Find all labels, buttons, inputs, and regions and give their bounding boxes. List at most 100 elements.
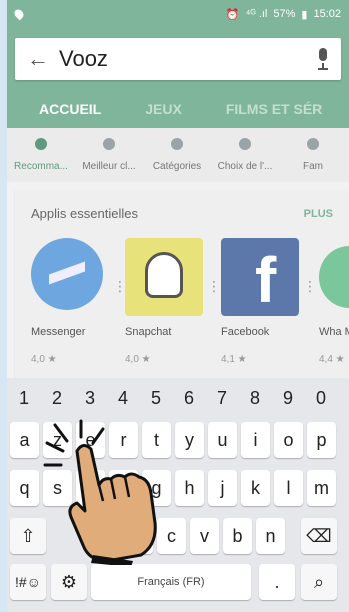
key-1[interactable]: 1 [9, 380, 39, 416]
search-input[interactable]: Vooz [59, 46, 317, 72]
facebook-icon: f [221, 238, 299, 316]
letter-row-3: ⇧ w x c v b n ⌫ [7, 518, 349, 558]
gear-icon: ⚙ [60, 571, 78, 592]
tab-accueil[interactable]: ACCUEIL [7, 101, 123, 117]
key-j[interactable]: j [208, 470, 237, 506]
letter-row-2: q s d f g h j k l m [7, 470, 349, 510]
category-label: Catégories [152, 161, 202, 172]
category-recommended[interactable]: Recomma... [7, 128, 75, 182]
category-row: Recomma... Meilleur cl... Catégories Cho… [7, 128, 349, 182]
category-label: Recomma... [14, 161, 68, 172]
search-key[interactable]: ⌕ [301, 564, 337, 600]
app-rating: 4,0 ★ [125, 354, 151, 365]
bottom-row: !#☺ ⚙ Français (FR) . ⌕ [7, 564, 349, 604]
messenger-icon [31, 238, 109, 316]
key-t[interactable]: t [142, 422, 171, 458]
category-label: Choix de l'... [217, 161, 273, 172]
key-c[interactable]: c [157, 518, 186, 554]
key-q[interactable]: q [10, 470, 39, 506]
tab-jeux[interactable]: JEUX [123, 101, 204, 117]
shift-key[interactable]: ⇧ [10, 518, 46, 554]
key-i[interactable]: i [241, 422, 270, 458]
category-top[interactable]: Meilleur cl... [75, 128, 143, 182]
key-f[interactable]: f [109, 470, 138, 506]
overflow-menu-icon[interactable]: ⋮ [207, 278, 221, 295]
app-tile-snapchat[interactable]: Snapchat 4,0 ★ [125, 238, 205, 365]
key-r[interactable]: r [109, 422, 138, 458]
key-2[interactable]: 2 [42, 380, 72, 416]
on-screen-keyboard: 1 2 3 4 5 6 7 8 9 0 a z e r t y u i o p … [7, 378, 349, 612]
whatsapp-icon [319, 238, 349, 316]
key-8[interactable]: 8 [240, 380, 270, 416]
key-k[interactable]: k [241, 470, 270, 506]
key-6[interactable]: 6 [174, 380, 204, 416]
category-categories[interactable]: Catégories [143, 128, 211, 182]
number-row: 1 2 3 4 5 6 7 8 9 0 [7, 380, 349, 420]
app-rating: 4,0 ★ [31, 354, 57, 365]
key-0[interactable]: 0 [306, 380, 336, 416]
app-rating: 4,4 ★ [319, 354, 345, 365]
tab-films[interactable]: FILMS ET SÉR [204, 101, 344, 117]
shapes-icon [171, 138, 183, 150]
key-e[interactable]: e [76, 422, 105, 458]
app-name: Facebook [221, 326, 270, 338]
app-tile-whatsapp[interactable]: Wha Mes 4,4 ★ [319, 238, 349, 365]
essential-apps-card: Applis essentielles PLUS Messenger 4,0 ★… [15, 190, 349, 380]
key-4[interactable]: 4 [108, 380, 138, 416]
period-key[interactable]: . [259, 564, 295, 600]
category-editors-choice[interactable]: Choix de l'... [211, 128, 279, 182]
space-key[interactable]: Français (FR) [91, 564, 251, 600]
shift-arrow-icon: ⇧ [20, 525, 36, 546]
key-h[interactable]: h [175, 470, 204, 506]
key-5[interactable]: 5 [141, 380, 171, 416]
clock: 15:02 [313, 8, 341, 20]
key-7[interactable]: 7 [207, 380, 237, 416]
app-rating: 4,1 ★ [221, 354, 247, 365]
badge-icon [239, 138, 251, 150]
key-w[interactable]: w [91, 518, 120, 554]
key-3[interactable]: 3 [75, 380, 105, 416]
key-a[interactable]: a [10, 422, 39, 458]
key-g[interactable]: g [142, 470, 171, 506]
back-arrow-icon[interactable]: ← [27, 48, 49, 70]
key-u[interactable]: u [208, 422, 237, 458]
chart-icon [103, 138, 115, 150]
alarm-icon: ⏰ [225, 8, 240, 21]
app-tile-facebook[interactable]: f Facebook 4,1 ★ [221, 238, 301, 365]
microphone-icon[interactable] [317, 48, 329, 70]
app-name: Snapchat [125, 326, 172, 338]
category-label: Fam [303, 161, 323, 172]
key-n[interactable]: n [256, 518, 285, 554]
search-icon: ⌕ [313, 571, 325, 592]
key-o[interactable]: o [274, 422, 303, 458]
key-9[interactable]: 9 [273, 380, 303, 416]
key-b[interactable]: b [223, 518, 252, 554]
key-d[interactable]: d [76, 470, 105, 506]
key-y[interactable]: y [175, 422, 204, 458]
key-l[interactable]: l [274, 470, 303, 506]
signal-text: ⁴ᴳ .ıl [245, 8, 268, 20]
search-bar[interactable]: ← Vooz [15, 38, 341, 80]
more-button[interactable]: PLUS [304, 208, 333, 220]
phone-screen: ⏰ ⁴ᴳ .ıl 57% ▮ 15:02 ← Vooz ACCUEIL JEUX… [7, 0, 349, 612]
store-header: ← Vooz ACCUEIL JEUX FILMS ET SÉR [7, 28, 349, 128]
settings-key[interactable]: ⚙ [51, 564, 87, 600]
category-label: Meilleur cl... [82, 161, 136, 172]
section-title: Applis essentielles [31, 206, 138, 221]
key-s[interactable]: s [43, 470, 72, 506]
overflow-menu-icon[interactable]: ⋮ [303, 278, 317, 295]
key-p[interactable]: p [307, 422, 336, 458]
key-z[interactable]: z [43, 422, 72, 458]
star-icon [307, 138, 319, 150]
key-v[interactable]: v [190, 518, 219, 554]
app-tile-messenger[interactable]: Messenger 4,0 ★ [31, 238, 111, 365]
app-name: Messenger [31, 326, 86, 338]
battery-icon: ▮ [301, 8, 308, 21]
symbols-key[interactable]: !#☺ [10, 564, 46, 600]
backspace-key[interactable]: ⌫ [301, 518, 337, 554]
key-x[interactable]: x [124, 518, 153, 554]
category-family[interactable]: Fam [279, 128, 347, 182]
snapchat-icon [125, 238, 203, 316]
app-name: Wha Mes [319, 326, 349, 338]
key-m[interactable]: m [307, 470, 336, 506]
